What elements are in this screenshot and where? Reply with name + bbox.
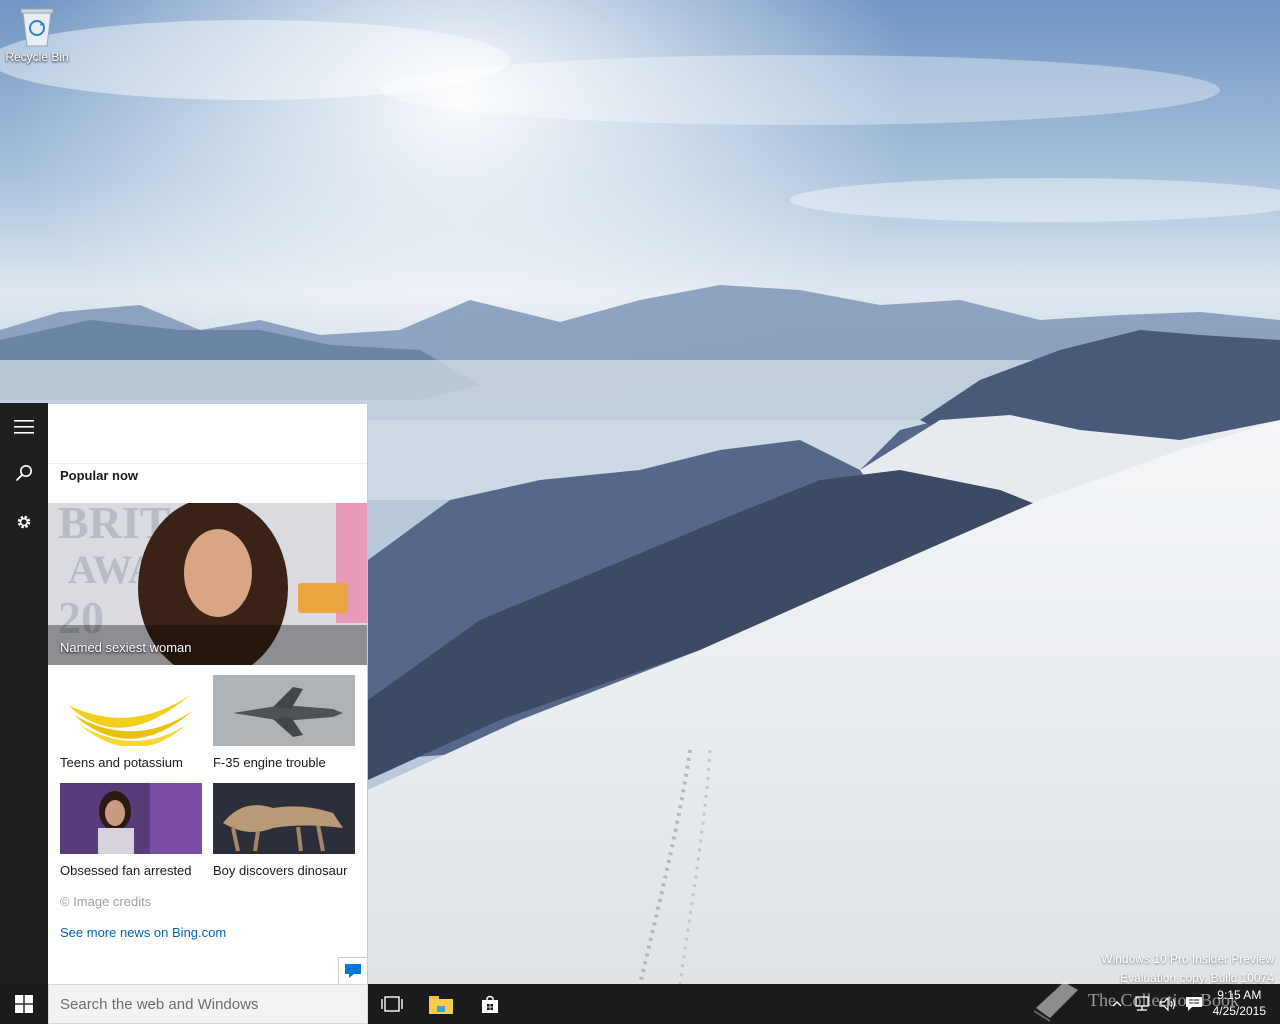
hamburger-menu-button[interactable] bbox=[0, 403, 48, 451]
news-tile-potassium[interactable]: Teens and potassium bbox=[60, 675, 202, 770]
image-credits[interactable]: © Image credits bbox=[60, 894, 151, 909]
store-bag-icon bbox=[482, 995, 498, 1013]
news-thumb-singer bbox=[60, 783, 202, 854]
hero-news-card[interactable]: BRIT AWARDS 20 Named sexiest woman bbox=[48, 503, 367, 665]
cortana-header bbox=[48, 404, 367, 464]
recycle-bin-icon bbox=[19, 6, 55, 48]
recycle-bin-shortcut[interactable]: Recycle Bin bbox=[4, 6, 70, 64]
search-box[interactable] bbox=[48, 984, 368, 1024]
news-tile-fan[interactable]: Obsessed fan arrested bbox=[60, 783, 202, 878]
task-view-button[interactable] bbox=[368, 984, 416, 1024]
search-rail-button[interactable] bbox=[0, 449, 48, 497]
brand-overlay: The Collection Book bbox=[1030, 976, 1239, 1024]
cortana-panel: Popular now BRIT AWARDS 20 Named sexiest… bbox=[48, 403, 368, 985]
task-view-icon bbox=[381, 996, 403, 1012]
feedback-button[interactable] bbox=[338, 957, 368, 985]
start-button[interactable] bbox=[0, 984, 48, 1024]
brand-text: The Collection Book bbox=[1088, 989, 1239, 1010]
folder-icon bbox=[429, 996, 453, 1014]
recycle-bin-label: Recycle Bin bbox=[5, 50, 69, 64]
store-button[interactable] bbox=[466, 984, 514, 1024]
gear-icon bbox=[17, 515, 31, 529]
news-caption: Obsessed fan arrested bbox=[60, 863, 192, 878]
news-caption: Teens and potassium bbox=[60, 755, 183, 770]
hamburger-menu-icon bbox=[14, 420, 34, 434]
settings-rail-button[interactable] bbox=[0, 498, 48, 546]
watermark-edition: Windows 10 Pro Insider Preview bbox=[1101, 952, 1274, 966]
section-title: Popular now bbox=[60, 468, 138, 483]
news-thumb-dinosaur bbox=[213, 783, 355, 854]
book-icon bbox=[1034, 982, 1078, 1022]
windows-logo-icon bbox=[15, 995, 33, 1013]
news-caption: F-35 engine trouble bbox=[213, 755, 326, 770]
news-caption: Boy discovers dinosaur bbox=[213, 863, 348, 878]
news-thumb-jet bbox=[213, 675, 355, 746]
more-news-link[interactable]: See more news on Bing.com bbox=[60, 925, 226, 940]
news-tile-dinosaur[interactable]: Boy discovers dinosaur bbox=[213, 783, 355, 878]
cortana-rail bbox=[0, 403, 48, 984]
search-input[interactable] bbox=[49, 985, 367, 1023]
news-tile-f35[interactable]: F-35 engine trouble bbox=[213, 675, 355, 770]
news-thumb-bananas bbox=[60, 675, 202, 746]
hero-caption: Named sexiest woman bbox=[60, 640, 192, 655]
search-icon bbox=[15, 465, 32, 482]
feedback-icon bbox=[345, 964, 361, 978]
file-explorer-button[interactable] bbox=[417, 984, 465, 1024]
